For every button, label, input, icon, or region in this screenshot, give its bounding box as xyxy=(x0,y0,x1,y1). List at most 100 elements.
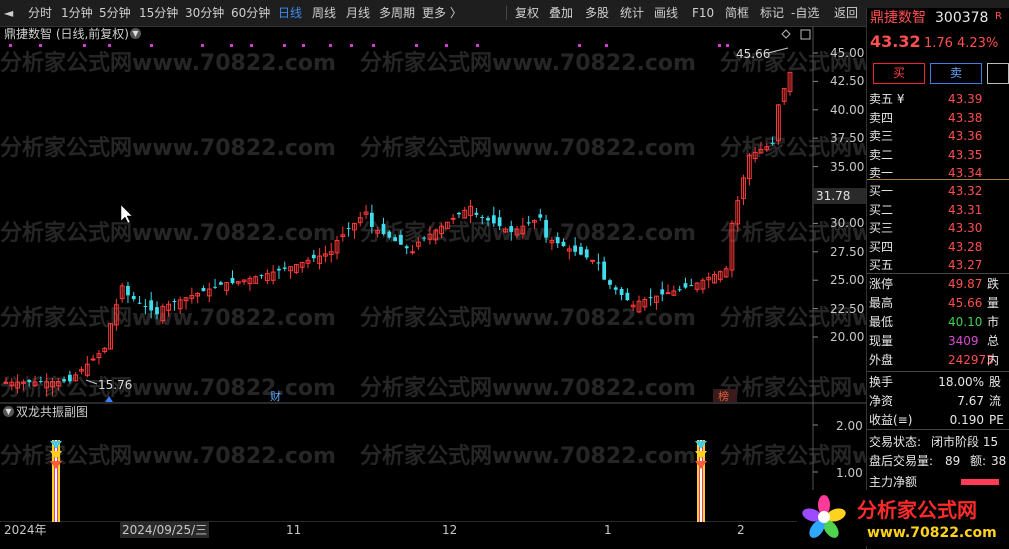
spread-divider xyxy=(867,179,1009,180)
candle-body xyxy=(677,289,682,291)
signal-dot xyxy=(605,44,608,47)
bid-level-value: 43.28 xyxy=(948,239,983,254)
candlestick-chart[interactable]: 分析家公式网www.70822.com 分析家公式网www.70822.com 分析… xyxy=(0,0,866,522)
candle-body xyxy=(410,251,415,254)
trade-status-label: 交易状态: xyxy=(869,435,922,449)
buy-button[interactable]: 买 xyxy=(873,63,925,84)
price-tick: 25.00 xyxy=(830,273,865,288)
price-tick: 27.50 xyxy=(830,244,865,259)
price-change-pct: 4.23% xyxy=(957,36,999,51)
candle-body xyxy=(67,374,72,382)
candle-body xyxy=(346,228,351,230)
last-price: 43.32 xyxy=(870,32,921,51)
rank-marker: 榜 xyxy=(718,389,729,403)
price-tick: 22.50 xyxy=(830,301,865,316)
candle-body xyxy=(538,214,543,218)
candle-body xyxy=(584,249,589,258)
stock-chart-app: ◄ 分时 1分钟 5分钟 15分钟 30分钟 60分钟 日线 周线 月线 多周期… xyxy=(0,0,1009,549)
ask-level-label: 卖三 xyxy=(869,129,894,143)
time-axis: 2024年 2024/09/25/三 11 12 1 2 xyxy=(0,522,866,538)
candle-body xyxy=(213,286,217,288)
sell-button[interactable]: 卖 xyxy=(930,63,982,84)
candle-body xyxy=(126,285,130,296)
main-flow-bar xyxy=(961,479,999,485)
candle-body xyxy=(230,277,235,284)
watermark-text: 分析家公式网www.70822.com xyxy=(360,305,696,331)
candle-body xyxy=(387,231,392,238)
stat2-value: 7.67 xyxy=(957,394,984,408)
signal-dot xyxy=(39,44,42,47)
watermark-text: 分析家公式网www.70822.com xyxy=(0,305,336,331)
stat2-label: 净资 xyxy=(869,394,894,408)
ask-level-label: 卖二 xyxy=(869,147,894,162)
signal-dot xyxy=(108,44,111,47)
bid-level-value: 43.31 xyxy=(948,202,983,217)
ask-level-value: 43.39 xyxy=(948,92,983,106)
stat-value: 45.66 xyxy=(948,296,983,310)
bid-level-label: 买五 xyxy=(869,258,894,272)
candle-body xyxy=(613,287,618,290)
candle-body xyxy=(149,300,154,311)
more-trade-button[interactable] xyxy=(987,63,1009,84)
time-label-cursor: 2024/09/25/三 xyxy=(120,522,210,538)
signal-dot xyxy=(9,44,12,47)
watermark-text: 分析家公式网www.70822.com xyxy=(720,375,866,401)
bid-level-label: 买二 xyxy=(869,202,894,217)
logo-url: www.70822.com xyxy=(867,525,997,541)
price-tick: 20.00 xyxy=(830,330,865,344)
signal-dot xyxy=(250,44,253,47)
stat2-value: 18.00% xyxy=(938,375,984,389)
watermark-text: 分析家公式网www.70822.com xyxy=(0,50,336,76)
candle-body xyxy=(282,267,287,269)
stock-code: 300378 xyxy=(935,10,989,26)
signal-dot xyxy=(329,44,332,47)
watermark-text: 分析家公式网www.70822.com xyxy=(360,375,696,401)
subchart-layer xyxy=(50,424,818,522)
ask-level-label: 卖四 xyxy=(869,110,894,125)
bid-level-label: 买一 xyxy=(869,184,894,198)
stat-tail-label: 总 xyxy=(987,334,1000,348)
signal-dot xyxy=(302,44,305,47)
candle-body xyxy=(625,292,630,301)
candle-body xyxy=(602,261,607,280)
section-divider xyxy=(867,429,1009,430)
candle-body xyxy=(579,246,583,255)
signal-dot xyxy=(372,44,375,47)
candle-body xyxy=(660,289,665,295)
earnings-marker: 财 xyxy=(270,389,281,403)
quote-panel: 鼎捷数智 300378 R 43.32 1.76 4.23% 买 卖 卖五 ¥ 4… xyxy=(866,8,1009,549)
site-logo: 分析家公式网 www.70822.com xyxy=(797,490,1007,546)
time-label: 1 xyxy=(604,523,612,537)
current-price-tag: 31.78 xyxy=(813,188,866,204)
candle-body xyxy=(555,237,560,244)
candle-body xyxy=(218,282,223,285)
section-divider xyxy=(867,371,1009,372)
chevron-down-icon[interactable]: ▼ xyxy=(3,406,14,417)
stat-label: 外盘 xyxy=(869,353,894,367)
price-tick: 45.00 xyxy=(830,46,865,60)
candle-body xyxy=(450,217,456,220)
candle-body xyxy=(480,216,485,218)
amount-value: 38 xyxy=(991,454,1007,468)
price-tick: 35.00 xyxy=(830,159,865,174)
price-tick: 37.50 xyxy=(830,131,865,146)
section-divider xyxy=(867,273,1009,274)
candle-body xyxy=(509,226,514,232)
candle-body xyxy=(619,288,624,295)
candle-body xyxy=(201,287,206,292)
butterfly-icon xyxy=(695,461,707,469)
high-price-label: 45.66 xyxy=(736,47,770,61)
candle-body xyxy=(486,217,490,221)
signal-dot xyxy=(230,44,233,47)
after-hours-value: 89 xyxy=(945,454,961,468)
price-tick: 40.00 xyxy=(830,102,865,117)
stat2-label: 收益(≡) xyxy=(869,413,913,427)
stat-tail-label: 跌 xyxy=(987,277,1000,291)
candle-body xyxy=(369,212,374,227)
candle-body xyxy=(172,301,177,303)
signal-dot xyxy=(445,44,448,47)
stat-label: 现量 xyxy=(869,334,894,348)
logo-text: 分析家公式网 xyxy=(857,498,977,522)
panel-toggle-icon xyxy=(800,29,811,40)
watermark-text: 分析家公式网www.70822.com xyxy=(0,443,336,469)
